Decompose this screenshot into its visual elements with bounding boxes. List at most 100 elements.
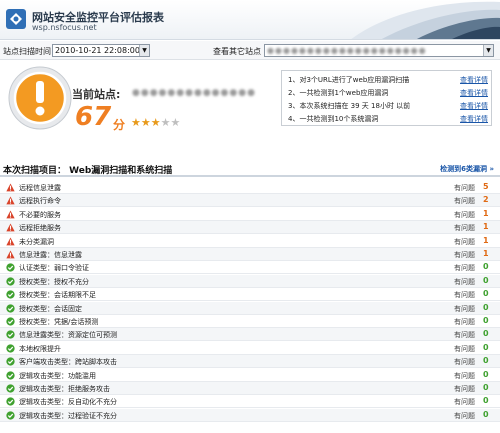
list-item[interactable]: 远程拒绝服务 有问题 1 bbox=[0, 221, 500, 235]
item-status: 有问题 bbox=[454, 358, 475, 367]
item-name: 远程执行命令 bbox=[19, 197, 61, 206]
check-icon bbox=[6, 330, 15, 340]
filter-bar: 站点扫描时间 2010-10-21 22:08:00 ▼ 查看其它站点 ●●●●… bbox=[0, 41, 500, 60]
item-name: 信息泄露：信息泄露 bbox=[19, 251, 82, 259]
stat-row: 1、对3个URL进行了web应用漏洞扫描 查看详情 bbox=[288, 75, 488, 87]
check-icon bbox=[6, 263, 15, 273]
list-item[interactable]: 逻辑攻击类型：拒绝服务攻击 有问题 0 bbox=[0, 382, 500, 395]
list-item[interactable]: 信息泄露：信息泄露 有问题 1 bbox=[0, 248, 500, 261]
scan-section-header: 本次扫描项目： Web漏洞扫描和系统扫描 检测到6类漏洞 » bbox=[0, 160, 500, 177]
item-name: 信息泄露类型：资源定位可预测 bbox=[19, 331, 117, 340]
nsfocus-logo-icon bbox=[6, 9, 26, 29]
check-icon bbox=[6, 277, 15, 286]
list-item[interactable]: 授权类型：授权不充分 有问题 0 bbox=[0, 274, 500, 288]
item-name: 未分类漏洞 bbox=[19, 237, 54, 246]
list-item[interactable]: 授权类型：凭据/会话预测 有问题 0 bbox=[0, 315, 500, 328]
list-item[interactable]: 逻辑攻击类型：功能滥用 有问题 0 bbox=[0, 369, 500, 382]
stat-text: 3、本次系统扫描在 39 天 18小时 以前 bbox=[288, 102, 411, 110]
list-item[interactable]: 远程执行命令 有问题 2 bbox=[0, 194, 500, 208]
item-status: 有问题 bbox=[454, 344, 475, 353]
check-icon bbox=[6, 317, 15, 326]
check-icon bbox=[6, 290, 15, 299]
item-count: 1 bbox=[483, 249, 489, 258]
warning-icon bbox=[6, 250, 15, 259]
item-name: 授权类型：会话期限不足 bbox=[19, 291, 96, 300]
item-name: 远程拒绝服务 bbox=[19, 224, 61, 233]
view-details-link[interactable]: 查看详情 bbox=[460, 101, 488, 111]
score-unit: 分 bbox=[113, 118, 126, 132]
current-site-label: 当前站点: bbox=[72, 88, 121, 101]
item-status: 有问题 bbox=[454, 304, 475, 313]
item-count: 0 bbox=[483, 302, 489, 312]
warning-icon bbox=[6, 237, 15, 246]
item-status: 有问题 bbox=[454, 371, 475, 380]
summary-panel: 当前站点: ●●●●●●●●●●●●●● 67 分 ★★★★★ 1、对3个URL… bbox=[0, 62, 500, 158]
star-empty-icon: ★ bbox=[160, 116, 171, 129]
item-count: 0 bbox=[483, 275, 489, 285]
list-item[interactable]: 不必要的服务 有问题 1 bbox=[0, 208, 500, 221]
item-count: 5 bbox=[483, 182, 489, 191]
item-name: 远程信息泄露 bbox=[19, 184, 61, 192]
item-name: 不必要的服务 bbox=[19, 210, 61, 219]
list-item[interactable]: 逻辑攻击类型：反自动化不充分 有问题 0 bbox=[0, 395, 500, 409]
item-name: 认证类型：弱口令验证 bbox=[19, 264, 89, 273]
item-count: 0 bbox=[483, 289, 489, 299]
list-item[interactable]: 认证类型：弱口令验证 有问题 0 bbox=[0, 261, 500, 275]
check-icon bbox=[6, 357, 15, 366]
item-status: 有问题 bbox=[454, 318, 475, 326]
other-site-value: ●●●●●●●●●●●●●●●●●●●● bbox=[267, 46, 427, 55]
item-status: 有问题 bbox=[454, 264, 475, 273]
list-item[interactable]: 逻辑攻击类型：过程验证不充分 有问题 0 bbox=[0, 408, 500, 422]
item-status: 有问题 bbox=[454, 277, 475, 286]
list-item[interactable]: 本地权限提升 有问题 0 bbox=[0, 342, 500, 355]
current-site-value: ●●●●●●●●●●●●●● bbox=[132, 88, 256, 98]
item-count: 0 bbox=[483, 342, 489, 352]
view-details-link[interactable]: 查看详情 bbox=[460, 114, 488, 124]
scan-time-value: 2010-10-21 22:08:00 bbox=[55, 46, 140, 55]
other-site-select[interactable]: ●●●●●●●●●●●●●●●●●●●● ▼ bbox=[264, 44, 494, 57]
rating-stars: ★★★★★ bbox=[131, 116, 180, 129]
list-item[interactable]: 客户端攻击类型：跨站脚本攻击 有问题 0 bbox=[0, 355, 500, 369]
item-count: 0 bbox=[483, 316, 489, 325]
stat-text: 2、一共检测到1个web应用漏洞 bbox=[288, 89, 389, 97]
item-count: 0 bbox=[483, 356, 489, 366]
view-details-link[interactable]: 查看详情 bbox=[460, 88, 488, 98]
item-count: 1 bbox=[483, 235, 489, 245]
item-name: 逻辑攻击类型：功能滥用 bbox=[19, 371, 96, 380]
check-icon bbox=[6, 411, 15, 420]
item-status: 有问题 bbox=[454, 184, 475, 192]
page-subtitle: wsp.nsfocus.net bbox=[32, 23, 97, 32]
list-item[interactable]: 授权类型：会话固定 有问题 0 bbox=[0, 301, 500, 315]
item-status: 有问题 bbox=[454, 251, 475, 259]
item-count: 0 bbox=[483, 369, 489, 379]
check-icon bbox=[6, 397, 15, 407]
item-count: 2 bbox=[483, 195, 489, 205]
item-status: 有问题 bbox=[454, 411, 475, 420]
scan-time-select[interactable]: 2010-10-21 22:08:00 ▼ bbox=[52, 44, 150, 57]
star-filled-icon: ★ bbox=[150, 116, 161, 129]
section-title: 本次扫描项目： Web漏洞扫描和系统扫描 bbox=[3, 166, 173, 176]
item-name: 客户端攻击类型：跨站脚本攻击 bbox=[19, 358, 117, 367]
item-count: 0 bbox=[483, 329, 489, 339]
chevron-down-icon: ▼ bbox=[483, 45, 493, 56]
check-icon bbox=[6, 303, 15, 313]
item-count: 0 bbox=[483, 396, 489, 406]
list-item[interactable]: 信息泄露类型：资源定位可预测 有问题 0 bbox=[0, 328, 500, 342]
list-item[interactable]: 授权类型：会话期限不足 有问题 0 bbox=[0, 288, 500, 302]
warning-icon bbox=[6, 223, 15, 232]
star-empty-icon: ★ bbox=[170, 116, 181, 129]
vuln-count-link[interactable]: 检测到6类漏洞 » bbox=[440, 164, 494, 174]
stat-text: 1、对3个URL进行了web应用漏洞扫描 bbox=[288, 76, 410, 84]
view-details-link[interactable]: 查看详情 bbox=[460, 75, 488, 85]
item-status: 有问题 bbox=[454, 237, 475, 246]
report-header: 网站安全监控平台评估报表 wsp.nsfocus.net bbox=[0, 0, 500, 40]
scan-stats-box: 1、对3个URL进行了web应用漏洞扫描 查看详情 2、一共检测到1个web应用漏洞… bbox=[281, 70, 492, 126]
warning-icon bbox=[6, 196, 15, 205]
list-item[interactable]: 未分类漏洞 有问题 1 bbox=[0, 235, 500, 248]
list-item[interactable]: 远程信息泄露 有问题 5 bbox=[0, 181, 500, 194]
warning-icon bbox=[6, 183, 15, 192]
scan-time-label: 站点扫描时间 bbox=[3, 47, 51, 56]
check-icon bbox=[6, 384, 15, 393]
item-name: 授权类型：会话固定 bbox=[19, 304, 82, 313]
stat-row: 3、本次系统扫描在 39 天 18小时 以前 查看详情 bbox=[288, 101, 488, 113]
